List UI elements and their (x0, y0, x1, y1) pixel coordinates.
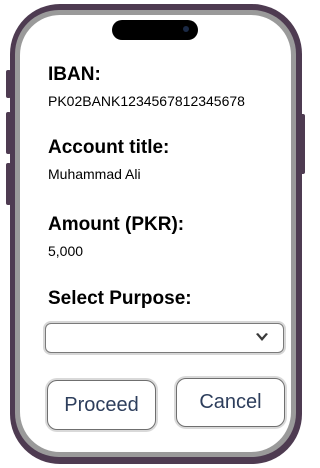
purpose-dropdown[interactable] (45, 323, 284, 353)
chevron-down-icon (256, 333, 268, 341)
amount-value: 5,000 (48, 243, 84, 259)
account-title-label: Account title: (48, 137, 170, 158)
proceed-button[interactable]: Proceed (47, 380, 156, 430)
iban-label: IBAN: (48, 64, 101, 85)
purpose-label: Select Purpose: (48, 288, 192, 309)
camera-notch (112, 20, 198, 40)
amount-label: Amount (PKR): (48, 214, 185, 235)
camera-lens-icon (183, 26, 189, 32)
cancel-button[interactable]: Cancel (176, 378, 285, 427)
iban-value: PK02BANK1234567812345678 (48, 93, 245, 109)
account-title-value: Muhammad Ali (48, 166, 141, 182)
